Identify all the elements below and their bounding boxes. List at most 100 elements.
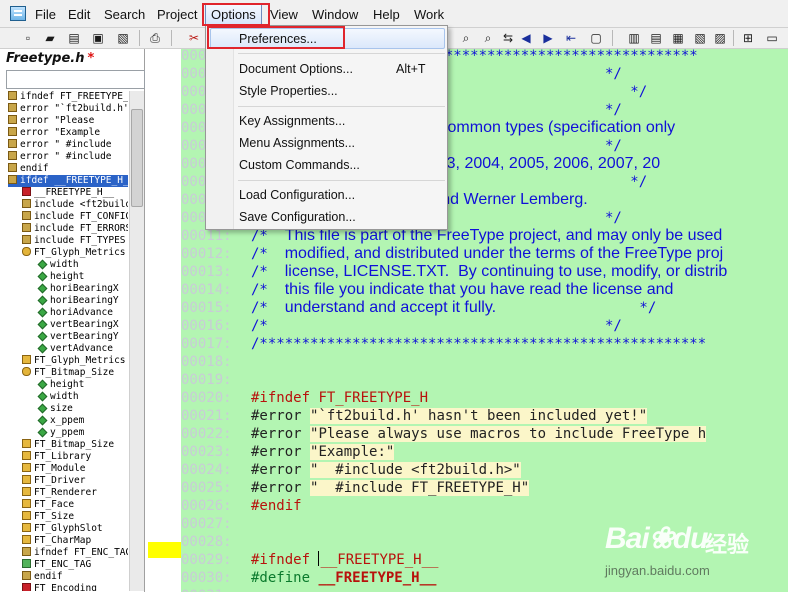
tree-item[interactable]: vertBearingY bbox=[8, 331, 128, 343]
relation-window-icon[interactable]: ▦ bbox=[670, 30, 686, 46]
code-line[interactable]: 00019: bbox=[181, 371, 251, 389]
tree-item[interactable]: include <ft2build.h> bbox=[8, 199, 128, 211]
clip-window-icon[interactable]: ▨ bbox=[712, 30, 728, 46]
tree-item[interactable]: FT_Glyph_Metrics bbox=[8, 247, 128, 259]
bookmark-window-icon[interactable]: ▢ bbox=[588, 30, 604, 46]
tree-item[interactable]: FT_Module bbox=[8, 463, 128, 475]
menu-edit[interactable]: Edit bbox=[68, 6, 90, 24]
find-icon[interactable]: ⌕ bbox=[458, 30, 474, 46]
code-line[interactable]: 00030: #define __FREETYPE_H__ bbox=[181, 569, 436, 587]
tree-item[interactable]: FT_ENC_TAG bbox=[8, 559, 128, 571]
symbol-tree-scrollbar[interactable] bbox=[129, 91, 144, 591]
menu-item-load-configuration[interactable]: Load Configuration... bbox=[239, 185, 355, 205]
tree-item[interactable]: error "`ft2build.h' bbox=[8, 103, 128, 115]
menu-item-key-assignments[interactable]: Key Assignments... bbox=[239, 111, 345, 131]
open-folder-icon[interactable]: ▰ bbox=[42, 30, 58, 46]
tree-item[interactable]: vertAdvance bbox=[8, 343, 128, 355]
menu-project[interactable]: Project bbox=[157, 6, 197, 24]
tree-item[interactable]: size bbox=[8, 403, 128, 415]
open-file-icon[interactable]: ▤ bbox=[66, 30, 82, 46]
code-line[interactable]: 00031: bbox=[181, 587, 251, 592]
tree-item[interactable]: FT_Bitmap_Size bbox=[8, 439, 128, 451]
save-all-icon[interactable]: ▧ bbox=[115, 30, 131, 46]
tree-item[interactable]: FT_Size bbox=[8, 511, 128, 523]
tree-item[interactable]: include FT_ERRORS bbox=[8, 223, 128, 235]
menu-window[interactable]: Window bbox=[312, 6, 358, 24]
cascade-windows-icon[interactable]: ▭ bbox=[764, 30, 780, 46]
menu-item-document-options[interactable]: Document Options... bbox=[239, 59, 353, 79]
tree-item[interactable]: error " #include bbox=[8, 139, 128, 151]
tree-item[interactable]: FT_GlyphSlot bbox=[8, 523, 128, 535]
project-window-icon[interactable]: ▧ bbox=[692, 30, 708, 46]
menu-item-preferences[interactable]: Preferences... bbox=[239, 29, 317, 49]
code-line[interactable]: 00024: #error " #include <ft2build.h>" bbox=[181, 461, 521, 479]
code-line[interactable]: 00017: /*********************************… bbox=[181, 335, 706, 353]
code-line[interactable]: 00020: #ifndef FT_FREETYPE_H bbox=[181, 389, 428, 407]
scrollbar-thumb[interactable] bbox=[131, 109, 143, 207]
tree-item[interactable]: horiAdvance bbox=[8, 307, 128, 319]
tree-item[interactable]: include FT_CONFIG bbox=[8, 211, 128, 223]
menu-item-custom-commands[interactable]: Custom Commands... bbox=[239, 155, 360, 175]
tree-item[interactable]: width bbox=[8, 259, 128, 271]
tree-item[interactable]: error " #include bbox=[8, 151, 128, 163]
tree-item[interactable]: ifdef __FREETYPE_H__ bbox=[8, 175, 128, 187]
code-line[interactable]: 00015: /* understand and accept it fully.… bbox=[181, 299, 656, 317]
new-file-icon[interactable]: ▫ bbox=[20, 30, 36, 46]
code-line[interactable]: 00023: #error "Example:" bbox=[181, 443, 395, 461]
tree-item[interactable]: include FT_TYPES bbox=[8, 235, 128, 247]
app-icon[interactable] bbox=[10, 6, 26, 21]
tree-item[interactable]: vertBearingX bbox=[8, 319, 128, 331]
menu-item-save-configuration[interactable]: Save Configuration... bbox=[239, 207, 356, 227]
tree-item[interactable]: FT_Encoding bbox=[8, 583, 128, 591]
code-line[interactable]: 00021: #error "`ft2build.h' hasn't been i… bbox=[181, 407, 648, 425]
tree-item[interactable]: ifndef FT_FREETYPE_H bbox=[8, 91, 128, 103]
menu-item-menu-assignments[interactable]: Menu Assignments... bbox=[239, 133, 355, 153]
tree-item[interactable]: height bbox=[8, 379, 128, 391]
menu-view[interactable]: View bbox=[270, 6, 298, 24]
tree-item[interactable]: FT_Library bbox=[8, 451, 128, 463]
find-next-icon[interactable]: ⌕ bbox=[480, 30, 496, 46]
tree-item[interactable]: error "Example bbox=[8, 127, 128, 139]
code-line[interactable]: 00027: bbox=[181, 515, 251, 533]
cut-icon[interactable]: ✂ bbox=[186, 30, 202, 46]
code-line[interactable]: 00028: bbox=[181, 533, 251, 551]
tree-item[interactable]: horiBearingX bbox=[8, 283, 128, 295]
menu-search[interactable]: Search bbox=[104, 6, 145, 24]
code-line[interactable]: 00013: /* license, LICENSE.TXT. By contin… bbox=[181, 263, 727, 281]
tree-item[interactable]: horiBearingY bbox=[8, 295, 128, 307]
tree-item[interactable]: FT_Glyph_Metrics bbox=[8, 355, 128, 367]
code-line[interactable]: 00018: bbox=[181, 353, 251, 371]
back-arrow-icon[interactable]: ◀ bbox=[518, 30, 534, 46]
menu-item-style-properties[interactable]: Style Properties... bbox=[239, 81, 338, 101]
tree-item[interactable]: __FREETYPE_H__ bbox=[8, 187, 128, 199]
tree-item[interactable]: endif bbox=[8, 571, 128, 583]
menu-file[interactable]: File bbox=[35, 6, 56, 24]
tile-windows-icon[interactable]: ⊞ bbox=[740, 30, 756, 46]
menu-help[interactable]: Help bbox=[373, 6, 400, 24]
tree-item[interactable]: FT_Renderer bbox=[8, 487, 128, 499]
replace-icon[interactable]: ⇆ bbox=[500, 30, 516, 46]
tree-item[interactable]: FT_Driver bbox=[8, 475, 128, 487]
code-line[interactable]: 00016: /* */ bbox=[181, 317, 622, 335]
tree-item[interactable]: FT_Bitmap_Size bbox=[8, 367, 128, 379]
forward-arrow-icon[interactable]: ▶ bbox=[540, 30, 556, 46]
editor-gutter[interactable] bbox=[145, 49, 181, 592]
code-line[interactable]: 00014: /* this file you indicate that you… bbox=[181, 281, 673, 299]
tree-item[interactable]: y_ppem bbox=[8, 427, 128, 439]
menu-options[interactable]: Options bbox=[205, 4, 262, 25]
tree-item[interactable]: width bbox=[8, 391, 128, 403]
context-window-icon[interactable]: ▤ bbox=[648, 30, 664, 46]
save-icon[interactable]: ▣ bbox=[90, 30, 106, 46]
tree-item[interactable]: endif bbox=[8, 163, 128, 175]
tree-item[interactable]: FT_Face bbox=[8, 499, 128, 511]
tree-item[interactable]: FT_CharMap bbox=[8, 535, 128, 547]
tree-item[interactable]: error "Please bbox=[8, 115, 128, 127]
code-line[interactable]: 00025: #error " #include FT_FREETYPE_H" bbox=[181, 479, 530, 497]
code-line[interactable]: 00022: #error "Please always use macros t… bbox=[181, 425, 707, 443]
print-icon[interactable]: ⎙ bbox=[147, 30, 163, 46]
code-line[interactable]: 00026: #endif bbox=[181, 497, 302, 515]
tree-item[interactable]: x_ppem bbox=[8, 415, 128, 427]
symbol-filter-input[interactable] bbox=[6, 70, 145, 89]
tree-item[interactable]: height bbox=[8, 271, 128, 283]
jump-icon[interactable]: ⇤ bbox=[563, 30, 579, 46]
